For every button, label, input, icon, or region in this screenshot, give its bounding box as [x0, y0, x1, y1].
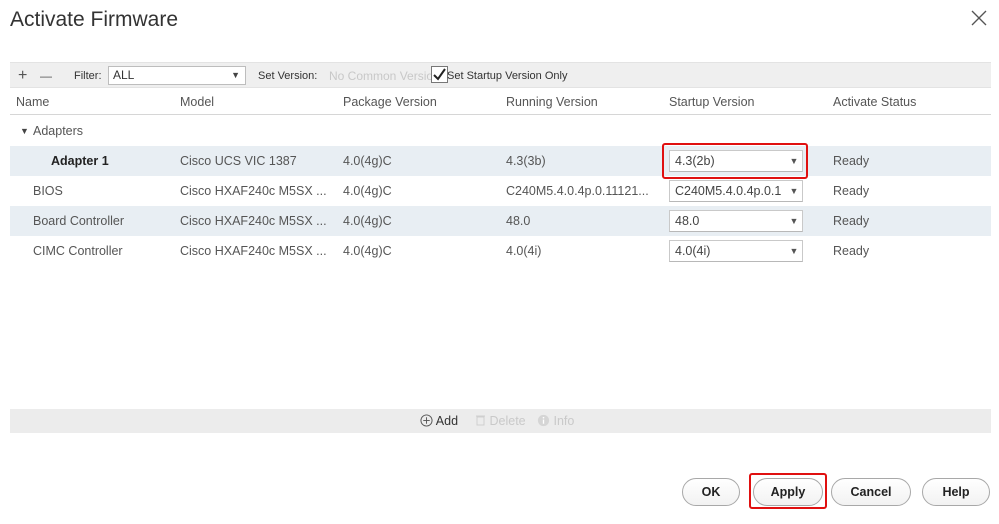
- filter-value: ALL: [113, 68, 135, 82]
- table-actions-bar: Add Delete Info: [10, 409, 991, 433]
- add-circle-icon: [420, 414, 433, 427]
- info-icon: [537, 414, 550, 427]
- set-version-label: Set Version:: [258, 70, 318, 82]
- table-header: Name Model Package Version Running Versi…: [10, 89, 991, 115]
- col-running-version[interactable]: Running Version: [506, 95, 598, 109]
- trash-icon: [476, 415, 485, 426]
- help-button[interactable]: Help: [922, 478, 990, 506]
- cancel-button[interactable]: Cancel: [831, 478, 911, 506]
- row-model: Cisco HXAF240c M5SX ...: [180, 184, 327, 198]
- startup-only-label: Set Startup Version Only: [447, 70, 568, 82]
- chevron-down-icon: ▼: [786, 151, 802, 171]
- row-running: 4.0(4i): [506, 244, 542, 258]
- row-package: 4.0(4g)C: [343, 184, 392, 198]
- startup-version-value: 4.0(4i): [675, 244, 711, 258]
- row-package: 4.0(4g)C: [343, 154, 392, 168]
- startup-version-value: C240M5.4.0.4p.0.1: [675, 184, 782, 198]
- filter-select[interactable]: ALL ▼: [108, 66, 246, 85]
- add-row-button[interactable]: +: [18, 63, 27, 89]
- expand-triangle-icon[interactable]: ▼: [20, 126, 29, 136]
- row-name: Board Controller: [33, 214, 125, 228]
- delete-button[interactable]: Delete: [475, 409, 526, 433]
- add-label: Add: [435, 414, 459, 428]
- row-running: 48.0: [506, 214, 531, 228]
- add-button[interactable]: Add: [420, 409, 458, 433]
- chevron-down-icon: ▼: [786, 181, 802, 201]
- firmware-toolbar: + — Filter: ALL ▼ Set Version: No Common…: [10, 62, 991, 88]
- info-button[interactable]: Info: [537, 409, 574, 433]
- col-activate-status[interactable]: Activate Status: [833, 95, 916, 109]
- row-status: Ready: [833, 154, 870, 168]
- row-model: Cisco UCS VIC 1387: [180, 154, 297, 168]
- col-model[interactable]: Model: [180, 95, 214, 109]
- chevron-down-icon: ▼: [231, 70, 240, 80]
- startup-version-select[interactable]: 4.3(2b) ▼: [669, 150, 803, 172]
- startup-version-value: 4.3(2b): [675, 154, 715, 168]
- remove-row-button[interactable]: —: [40, 63, 52, 89]
- row-running: C240M5.4.0.4p.0.11121...: [506, 184, 649, 198]
- delete-label: Delete: [489, 414, 526, 428]
- col-name[interactable]: Name: [16, 95, 49, 109]
- close-icon[interactable]: [969, 8, 989, 28]
- startup-version-value: 48.0: [675, 214, 700, 228]
- ok-button[interactable]: OK: [682, 478, 740, 506]
- row-name: CIMC Controller: [33, 244, 123, 258]
- row-status: Ready: [833, 184, 870, 198]
- dialog-title: Activate Firmware: [10, 8, 179, 31]
- col-package-version[interactable]: Package Version: [343, 95, 437, 109]
- startup-version-select[interactable]: 4.0(4i) ▼: [669, 240, 803, 262]
- startup-version-select[interactable]: 48.0 ▼: [669, 210, 803, 232]
- row-package: 4.0(4g)C: [343, 244, 392, 258]
- col-startup-version[interactable]: Startup Version: [669, 95, 754, 109]
- group-row-adapters[interactable]: ▼ Adapters: [10, 118, 991, 146]
- set-version-input[interactable]: No Common Version: [329, 66, 434, 86]
- apply-button[interactable]: Apply: [753, 478, 823, 506]
- row-model: Cisco HXAF240c M5SX ...: [180, 244, 327, 258]
- table-row[interactable]: Board Controller Cisco HXAF240c M5SX ...…: [10, 206, 991, 236]
- row-model: Cisco HXAF240c M5SX ...: [180, 214, 327, 228]
- table-row[interactable]: BIOS Cisco HXAF240c M5SX ... 4.0(4g)C C2…: [10, 176, 991, 206]
- group-label: Adapters: [33, 124, 84, 138]
- filter-label: Filter:: [74, 70, 102, 82]
- row-name: Adapter 1: [51, 154, 109, 168]
- row-running: 4.3(3b): [506, 154, 546, 168]
- check-icon: [433, 68, 446, 81]
- startup-version-select[interactable]: C240M5.4.0.4p.0.1 ▼: [669, 180, 803, 202]
- row-package: 4.0(4g)C: [343, 214, 392, 228]
- startup-only-checkbox[interactable]: [431, 66, 448, 83]
- info-label: Info: [553, 414, 575, 428]
- row-status: Ready: [833, 214, 870, 228]
- table-row[interactable]: Adapter 1 Cisco UCS VIC 1387 4.0(4g)C 4.…: [10, 146, 991, 176]
- row-status: Ready: [833, 244, 870, 258]
- chevron-down-icon: ▼: [786, 211, 802, 231]
- row-name: BIOS: [33, 184, 63, 198]
- chevron-down-icon: ▼: [786, 241, 802, 261]
- table-row[interactable]: CIMC Controller Cisco HXAF240c M5SX ... …: [10, 236, 991, 266]
